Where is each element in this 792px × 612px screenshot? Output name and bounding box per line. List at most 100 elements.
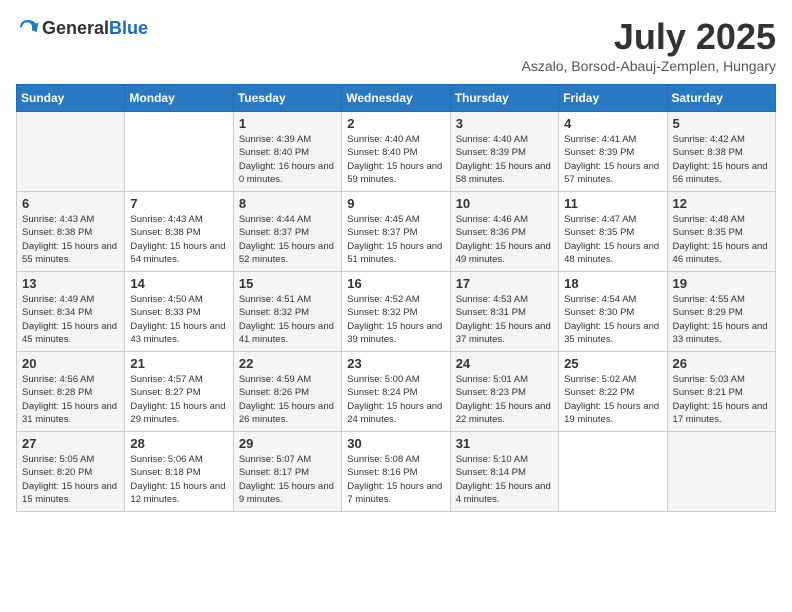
day-number: 11 xyxy=(564,196,661,211)
calendar-cell: 26Sunrise: 5:03 AMSunset: 8:21 PMDayligh… xyxy=(667,352,775,432)
cell-info: Sunrise: 4:47 AMSunset: 8:35 PMDaylight:… xyxy=(564,213,661,266)
calendar-cell: 16 Sunrise: 4:52 AMSunset: 8:32 PMDayligh… xyxy=(342,272,450,352)
calendar-cell: 5 Sunrise: 4:42 AMSunset: 8:38 PMDaylight… xyxy=(667,112,775,192)
cell-info: Sunrise: 4:42 AMSunset: 8:38 PMDaylight:… xyxy=(673,133,770,186)
weekday-header-wednesday: Wednesday xyxy=(342,85,450,112)
calendar-cell xyxy=(559,432,667,512)
cell-info: Sunrise: 4:44 AMSunset: 8:37 PMDaylight:… xyxy=(239,213,336,266)
day-number: 10 xyxy=(456,196,553,211)
cell-info: Sunrise: 4:43 AMSunset: 8:38 PMDaylight:… xyxy=(22,213,119,266)
calendar-cell: 14Sunrise: 4:50 AMSunset: 8:33 PMDayligh… xyxy=(125,272,233,352)
calendar-cell: 18Sunrise: 4:54 AMSunset: 8:30 PMDayligh… xyxy=(559,272,667,352)
day-number: 25 xyxy=(564,356,661,371)
cell-info: Sunrise: 4:56 AMSunset: 8:28 PMDaylight:… xyxy=(22,373,119,426)
calendar-cell: 10 Sunrise: 4:46 AMSunset: 8:36 PMDayligh… xyxy=(450,192,558,272)
day-number: 8 xyxy=(239,196,336,211)
weekday-header-friday: Friday xyxy=(559,85,667,112)
calendar-table: SundayMondayTuesdayWednesdayThursdayFrid… xyxy=(16,84,776,512)
day-number: 9 xyxy=(347,196,444,211)
day-number: 30 xyxy=(347,436,444,451)
cell-info: Sunrise: 5:05 AMSunset: 8:20 PMDaylight:… xyxy=(22,453,119,506)
cell-info: Sunrise: 4:52 AMSunset: 8:32 PMDaylight:… xyxy=(347,293,444,346)
day-number: 2 xyxy=(347,116,444,131)
weekday-header-sunday: Sunday xyxy=(17,85,125,112)
day-number: 21 xyxy=(130,356,227,371)
month-title: July 2025 xyxy=(522,16,776,58)
calendar-cell: 12 Sunrise: 4:48 AMSunset: 8:35 PMDayligh… xyxy=(667,192,775,272)
cell-info: Sunrise: 5:08 AMSunset: 8:16 PMDaylight:… xyxy=(347,453,444,506)
cell-info: Sunrise: 4:43 AMSunset: 8:38 PMDaylight:… xyxy=(130,213,227,266)
weekday-header-monday: Monday xyxy=(125,85,233,112)
day-number: 20 xyxy=(22,356,119,371)
day-number: 24 xyxy=(456,356,553,371)
day-number: 12 xyxy=(673,196,770,211)
cell-info: Sunrise: 4:49 AMSunset: 8:34 PMDaylight:… xyxy=(22,293,119,346)
weekday-header-thursday: Thursday xyxy=(450,85,558,112)
day-number: 16 xyxy=(347,276,444,291)
calendar-week-row: 6 Sunrise: 4:43 AMSunset: 8:38 PMDaylight… xyxy=(17,192,776,272)
day-number: 15 xyxy=(239,276,336,291)
cell-info: Sunrise: 4:55 AMSunset: 8:29 PMDaylight:… xyxy=(673,293,770,346)
day-number: 26 xyxy=(673,356,770,371)
day-number: 19 xyxy=(673,276,770,291)
calendar-cell: 23Sunrise: 5:00 AMSunset: 8:24 PMDayligh… xyxy=(342,352,450,432)
cell-info: Sunrise: 4:59 AMSunset: 8:26 PMDaylight:… xyxy=(239,373,336,426)
calendar-cell: 30 Sunrise: 5:08 AMSunset: 8:16 PMDayligh… xyxy=(342,432,450,512)
cell-info: Sunrise: 5:00 AMSunset: 8:24 PMDaylight:… xyxy=(347,373,444,426)
calendar-cell: 8 Sunrise: 4:44 AMSunset: 8:37 PMDaylight… xyxy=(233,192,341,272)
calendar-week-row: 20 Sunrise: 4:56 AMSunset: 8:28 PMDayligh… xyxy=(17,352,776,432)
cell-info: Sunrise: 4:40 AMSunset: 8:39 PMDaylight:… xyxy=(456,133,553,186)
logo: GeneralBlue xyxy=(16,16,148,40)
calendar-cell: 2 Sunrise: 4:40 AMSunset: 8:40 PMDaylight… xyxy=(342,112,450,192)
calendar-cell: 20 Sunrise: 4:56 AMSunset: 8:28 PMDayligh… xyxy=(17,352,125,432)
calendar-cell: 13Sunrise: 4:49 AMSunset: 8:34 PMDayligh… xyxy=(17,272,125,352)
calendar-cell: 7 Sunrise: 4:43 AMSunset: 8:38 PMDaylight… xyxy=(125,192,233,272)
cell-info: Sunrise: 4:46 AMSunset: 8:36 PMDaylight:… xyxy=(456,213,553,266)
cell-info: Sunrise: 4:57 AMSunset: 8:27 PMDaylight:… xyxy=(130,373,227,426)
cell-info: Sunrise: 4:39 AMSunset: 8:40 PMDaylight:… xyxy=(239,133,336,186)
calendar-cell xyxy=(667,432,775,512)
cell-info: Sunrise: 5:01 AMSunset: 8:23 PMDaylight:… xyxy=(456,373,553,426)
calendar-cell xyxy=(125,112,233,192)
weekday-header-tuesday: Tuesday xyxy=(233,85,341,112)
cell-info: Sunrise: 4:54 AMSunset: 8:30 PMDaylight:… xyxy=(564,293,661,346)
cell-info: Sunrise: 4:53 AMSunset: 8:31 PMDaylight:… xyxy=(456,293,553,346)
calendar-cell: 1Sunrise: 4:39 AMSunset: 8:40 PMDaylight… xyxy=(233,112,341,192)
calendar-week-row: 27 Sunrise: 5:05 AMSunset: 8:20 PMDayligh… xyxy=(17,432,776,512)
weekday-header-saturday: Saturday xyxy=(667,85,775,112)
logo-icon xyxy=(16,16,40,40)
day-number: 28 xyxy=(130,436,227,451)
day-number: 29 xyxy=(239,436,336,451)
calendar-cell: 4Sunrise: 4:41 AMSunset: 8:39 PMDaylight… xyxy=(559,112,667,192)
calendar-cell: 17 Sunrise: 4:53 AMSunset: 8:31 PMDayligh… xyxy=(450,272,558,352)
day-number: 3 xyxy=(456,116,553,131)
cell-info: Sunrise: 4:40 AMSunset: 8:40 PMDaylight:… xyxy=(347,133,444,186)
calendar-cell xyxy=(17,112,125,192)
calendar-cell: 27 Sunrise: 5:05 AMSunset: 8:20 PMDayligh… xyxy=(17,432,125,512)
title-block: July 2025 Aszalo, Borsod-Abauj-Zemplen, … xyxy=(522,16,776,74)
day-number: 27 xyxy=(22,436,119,451)
day-number: 5 xyxy=(673,116,770,131)
calendar-cell: 19 Sunrise: 4:55 AMSunset: 8:29 PMDayligh… xyxy=(667,272,775,352)
calendar-cell: 3 Sunrise: 4:40 AMSunset: 8:39 PMDaylight… xyxy=(450,112,558,192)
day-number: 6 xyxy=(22,196,119,211)
calendar-week-row: 1Sunrise: 4:39 AMSunset: 8:40 PMDaylight… xyxy=(17,112,776,192)
day-number: 17 xyxy=(456,276,553,291)
cell-info: Sunrise: 4:45 AMSunset: 8:37 PMDaylight:… xyxy=(347,213,444,266)
cell-info: Sunrise: 5:10 AMSunset: 8:14 PMDaylight:… xyxy=(456,453,553,506)
calendar-cell: 11 Sunrise: 4:47 AMSunset: 8:35 PMDayligh… xyxy=(559,192,667,272)
cell-info: Sunrise: 5:02 AMSunset: 8:22 PMDaylight:… xyxy=(564,373,661,426)
calendar-cell: 31 Sunrise: 5:10 AMSunset: 8:14 PMDayligh… xyxy=(450,432,558,512)
cell-info: Sunrise: 5:06 AMSunset: 8:18 PMDaylight:… xyxy=(130,453,227,506)
day-number: 22 xyxy=(239,356,336,371)
cell-info: Sunrise: 5:07 AMSunset: 8:17 PMDaylight:… xyxy=(239,453,336,506)
calendar-cell: 24 Sunrise: 5:01 AMSunset: 8:23 PMDayligh… xyxy=(450,352,558,432)
calendar-cell: 22 Sunrise: 4:59 AMSunset: 8:26 PMDayligh… xyxy=(233,352,341,432)
day-number: 31 xyxy=(456,436,553,451)
logo-text-general: General xyxy=(42,18,109,38)
location-title: Aszalo, Borsod-Abauj-Zemplen, Hungary xyxy=(522,58,776,74)
weekday-header-row: SundayMondayTuesdayWednesdayThursdayFrid… xyxy=(17,85,776,112)
cell-info: Sunrise: 4:50 AMSunset: 8:33 PMDaylight:… xyxy=(130,293,227,346)
cell-info: Sunrise: 4:48 AMSunset: 8:35 PMDaylight:… xyxy=(673,213,770,266)
day-number: 7 xyxy=(130,196,227,211)
